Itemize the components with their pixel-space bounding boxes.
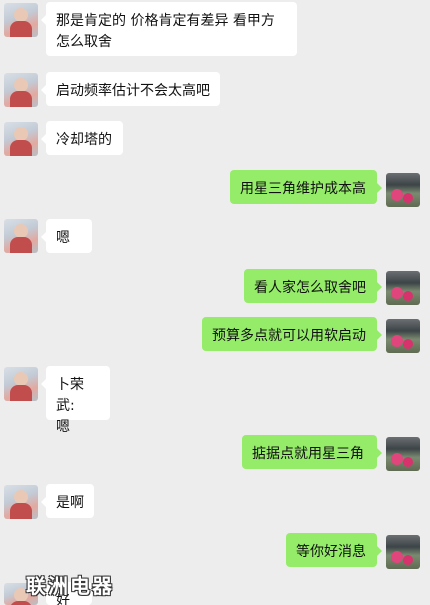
message-text: 用星三角维护成本高 xyxy=(240,181,366,197)
message-text: 冷却塔的 xyxy=(56,132,112,148)
message-bubble-incoming[interactable]: 卜荣武: 嗯 xyxy=(41,366,110,435)
message-bubble-incoming[interactable]: 那是肯定的 价格肯定有差异 看甲方 怎么取舍 xyxy=(41,2,297,56)
user-avatar[interactable] xyxy=(386,173,420,207)
message-text: 嗯 xyxy=(56,419,70,435)
message-text: 预算多点就可以用软启动 xyxy=(212,328,366,344)
contact-avatar[interactable] xyxy=(4,3,38,37)
message-text: 怎么取舍 xyxy=(56,34,112,50)
message-text: 嗯 xyxy=(56,230,70,246)
message-text: 看人家怎么取舍吧 xyxy=(254,280,366,296)
message-bubble-incoming[interactable]: 是啊 xyxy=(41,484,94,518)
watermark-text: 联洲电器 xyxy=(26,574,114,598)
message-text: 等你好消息 xyxy=(296,544,366,560)
user-avatar[interactable] xyxy=(386,271,420,305)
message-bubble-outgoing[interactable]: 预算多点就可以用软启动 xyxy=(202,317,382,351)
user-avatar[interactable] xyxy=(386,319,420,353)
message-text: 是啊 xyxy=(56,495,84,511)
message-text: 那是肯定的 价格肯定有差异 看甲方 xyxy=(56,13,275,29)
contact-avatar[interactable] xyxy=(4,367,38,401)
contact-avatar[interactable] xyxy=(4,219,38,253)
sender-name: 卜荣武: xyxy=(56,377,84,414)
user-avatar[interactable] xyxy=(386,535,420,569)
contact-avatar[interactable] xyxy=(4,122,38,156)
message-bubble-incoming[interactable]: 冷却塔的 xyxy=(41,121,123,155)
user-avatar[interactable] xyxy=(386,437,420,471)
message-text: 掂据点就用星三角 xyxy=(252,446,364,462)
message-bubble-outgoing[interactable]: 等你好消息 xyxy=(286,533,382,567)
chat-window: 那是肯定的 价格肯定有差异 看甲方 怎么取舍 启动频率估计不会太高吧 冷却塔的 … xyxy=(0,0,430,605)
contact-avatar[interactable] xyxy=(4,73,38,107)
message-bubble-outgoing[interactable]: 看人家怎么取舍吧 xyxy=(244,269,382,303)
message-bubble-incoming[interactable]: 嗯 xyxy=(41,219,92,253)
message-bubble-incoming[interactable]: 启动频率估计不会太高吧 xyxy=(41,72,220,106)
contact-avatar[interactable] xyxy=(4,485,38,519)
message-text: 启动频率估计不会太高吧 xyxy=(56,83,210,99)
message-bubble-outgoing[interactable]: 用星三角维护成本高 xyxy=(230,170,382,204)
message-bubble-outgoing[interactable]: 掂据点就用星三角 xyxy=(242,435,382,469)
